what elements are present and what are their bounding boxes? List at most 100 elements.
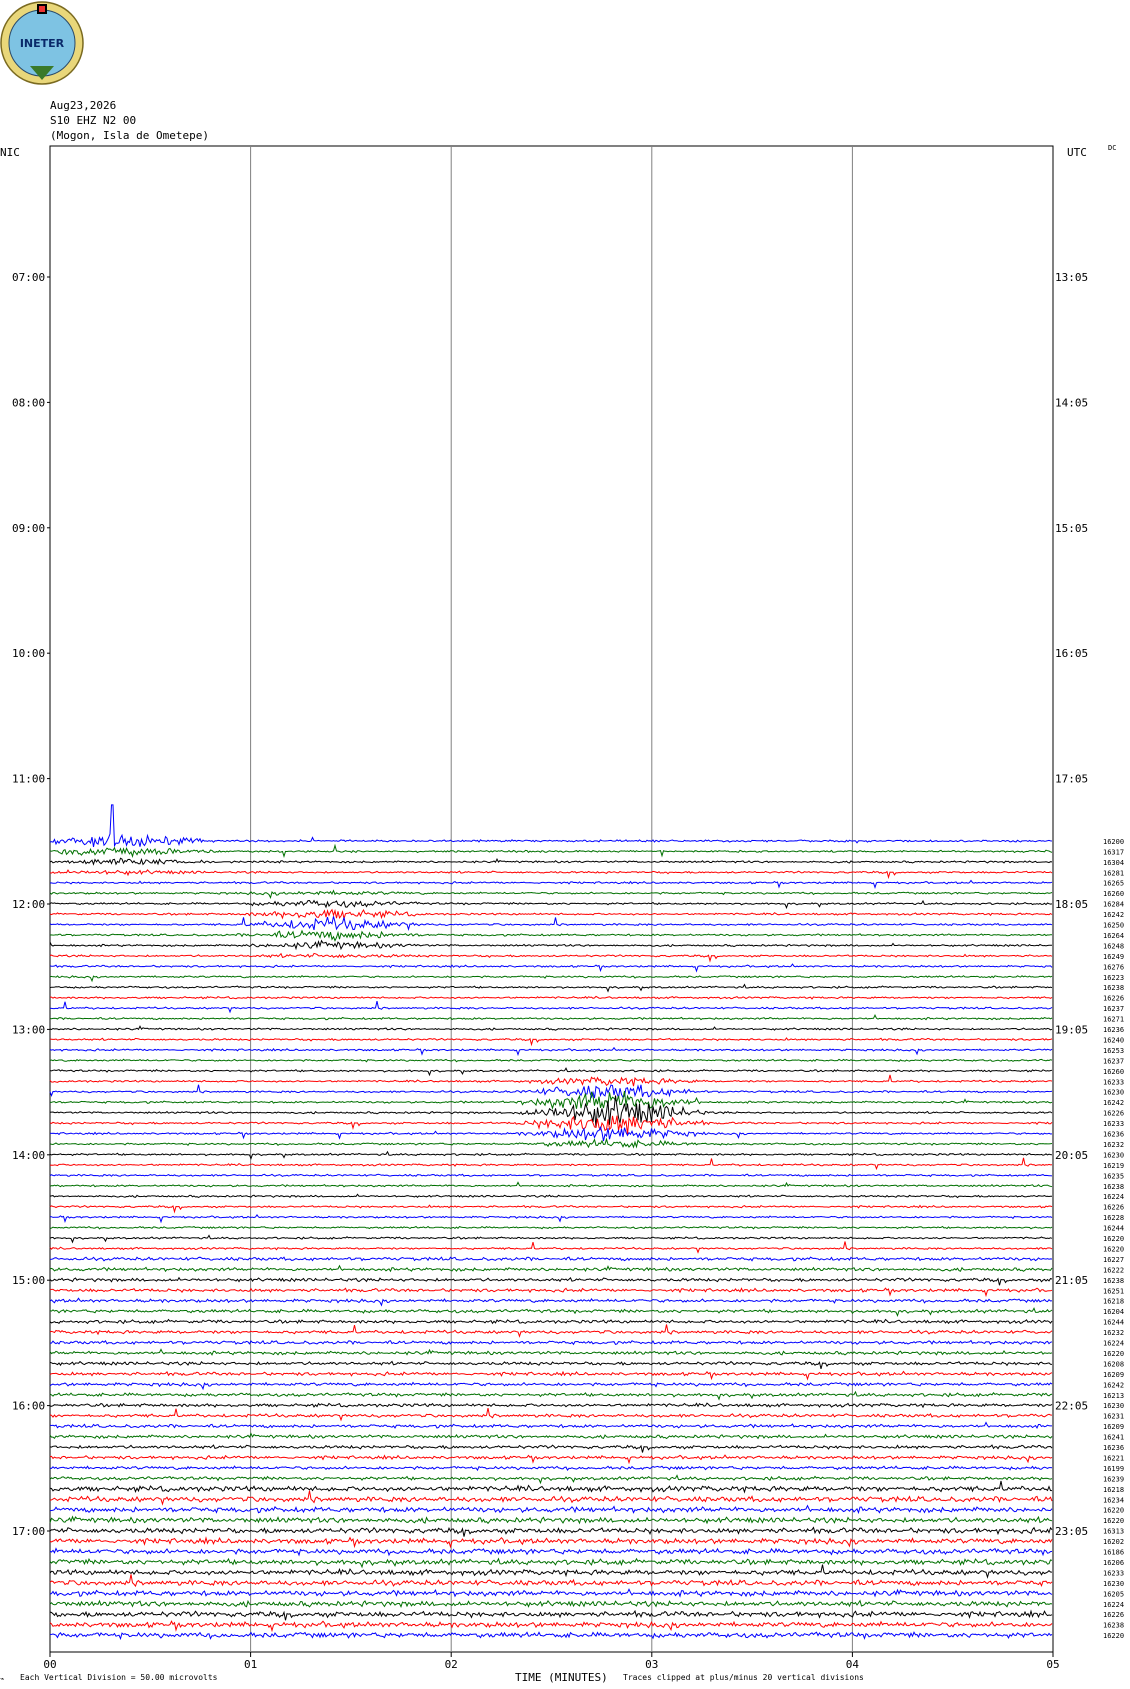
dc-offset-label: 16208	[1103, 1360, 1124, 1368]
scale-note: Each Vertical Division = 50.00 microvolt…	[20, 1673, 218, 1682]
dc-offset-label: 16230	[1103, 1402, 1124, 1410]
seismic-trace	[49, 879, 1053, 889]
dc-offset-label: 16226	[1103, 1204, 1124, 1212]
dc-offset-label: 16313	[1103, 1528, 1124, 1536]
left-hour-label: 12:00	[12, 898, 45, 911]
right-hour-label: 13:05	[1055, 271, 1088, 284]
left-hour-label: 14:00	[12, 1149, 45, 1162]
dc-offset-label: 16230	[1103, 1089, 1124, 1097]
seismic-trace	[49, 975, 1053, 983]
x-tick-label: 02	[445, 1658, 458, 1671]
dc-offset-label: 16220	[1103, 1350, 1124, 1358]
seismic-trace	[49, 1204, 1053, 1214]
dc-offset-label: 16253	[1103, 1047, 1124, 1055]
dc-offset-label: 16251	[1103, 1287, 1124, 1295]
dc-offset-label: 16220	[1103, 1517, 1124, 1525]
right-hour-label: 21:05	[1055, 1274, 1088, 1287]
seismic-trace	[49, 1137, 1053, 1149]
seismic-trace	[49, 1173, 1053, 1178]
seismic-trace	[49, 1599, 1053, 1609]
dc-offset-label: 16237	[1103, 1057, 1124, 1065]
seismic-trace	[49, 1256, 1053, 1262]
seismic-trace	[49, 1181, 1053, 1188]
dc-offset-label: 16244	[1103, 1225, 1124, 1233]
dc-offset-label: 16226	[1103, 1611, 1124, 1619]
dc-offset-label: 16186	[1103, 1549, 1124, 1557]
dc-offset-label: 16223	[1103, 974, 1124, 982]
right-hour-label: 14:05	[1055, 396, 1088, 409]
seismic-trace	[49, 1526, 1053, 1537]
seismic-trace	[49, 1276, 1053, 1286]
dc-offset-label: 16219	[1103, 1162, 1124, 1170]
seismic-trace	[49, 1025, 1053, 1031]
seismic-trace	[49, 1046, 1053, 1057]
clip-note: Traces clipped at plus/minus 20 vertical…	[623, 1673, 864, 1682]
dc-offset-label: 16236	[1103, 1131, 1124, 1139]
seismic-trace	[49, 1609, 1053, 1621]
left-hour-label: 13:00	[12, 1023, 45, 1036]
dc-offset-label: 16317	[1103, 848, 1124, 856]
seismic-trace	[49, 983, 1053, 993]
seismic-trace	[49, 1241, 1053, 1254]
dc-offset-label: 16237	[1103, 1005, 1124, 1013]
dc-offset-label: 16242	[1103, 1099, 1124, 1107]
dc-offset-label: 16222	[1103, 1266, 1124, 1274]
dc-offset-label: 16233	[1103, 1569, 1124, 1577]
dc-offset-label: 16236	[1103, 1026, 1124, 1034]
seismic-trace	[49, 1588, 1053, 1598]
x-tick-label: 03	[645, 1658, 658, 1671]
left-hour-label: 17:00	[12, 1525, 45, 1538]
seismic-trace	[49, 843, 1053, 858]
seismic-trace	[49, 1564, 1053, 1579]
x-tick-label: 05	[1046, 1658, 1059, 1671]
dc-offset-label: 16242	[1103, 1381, 1124, 1389]
dc-offset-label: 16224	[1103, 1193, 1124, 1201]
left-hour-label: 16:00	[12, 1400, 45, 1413]
right-hour-label: 18:05	[1055, 898, 1088, 911]
dc-offset-label: 16281	[1103, 869, 1124, 877]
seismic-trace	[50, 1214, 1053, 1224]
dc-offset-label: 16248	[1103, 942, 1124, 950]
seismic-trace	[49, 869, 1053, 880]
dc-offset-label: 16240	[1103, 1036, 1124, 1044]
seismic-trace	[49, 1157, 1053, 1171]
dc-offset-label: 16264	[1103, 932, 1124, 940]
dc-offset-label: 16204	[1103, 1308, 1124, 1316]
seismic-trace	[49, 1490, 1053, 1506]
dc-offset-label: 16230	[1103, 1580, 1124, 1588]
seismic-trace	[49, 1125, 1053, 1142]
dc-offset-label: 16224	[1103, 1340, 1124, 1348]
dc-offset-label: 16265	[1103, 880, 1124, 888]
seismic-trace	[49, 952, 1053, 963]
dc-offset-label: 16236	[1103, 1444, 1124, 1452]
seismic-trace	[49, 1058, 1053, 1063]
dc-offset-label: 16304	[1103, 859, 1124, 867]
seismic-trace	[49, 1421, 1052, 1429]
seismic-trace	[49, 1381, 1053, 1391]
seismogram-plot: 00 01 02 03 04 05 07:00 08:00 09:00 10:00 11:00 12:…	[12, 145, 1124, 1671]
seismic-trace	[49, 1444, 1053, 1453]
dc-offset-label: 16202	[1103, 1538, 1124, 1546]
dc-offset-label: 16227	[1103, 1256, 1124, 1264]
dc-offset-label: 16220	[1103, 1245, 1124, 1253]
seismic-trace	[49, 1150, 1053, 1160]
seismic-trace	[49, 1067, 1053, 1077]
dc-offset-label: 16234	[1103, 1496, 1124, 1504]
seismic-trace	[49, 1193, 1052, 1199]
seismic-trace	[49, 1390, 1053, 1401]
seismic-trace	[49, 1115, 1053, 1135]
seismic-trace	[49, 1454, 1053, 1465]
dc-offset-label: 16209	[1103, 1423, 1124, 1431]
right-hour-label: 15:05	[1055, 522, 1088, 535]
dc-offset-label: 16250	[1103, 922, 1124, 930]
dc-offset-label: 16200	[1103, 838, 1124, 846]
left-hour-label: 10:00	[12, 647, 45, 660]
x-tick-label: 04	[846, 1658, 860, 1671]
left-hour-label: 08:00	[12, 396, 45, 409]
right-hour-label: 22:05	[1055, 1400, 1088, 1413]
dc-offset-label: 16232	[1103, 1141, 1124, 1149]
dc-offset-label: 16276	[1103, 963, 1124, 971]
dc-offset-label: 16232	[1103, 1329, 1124, 1337]
dc-offset-label: 16260	[1103, 890, 1124, 898]
seismic-trace	[49, 1225, 1053, 1230]
